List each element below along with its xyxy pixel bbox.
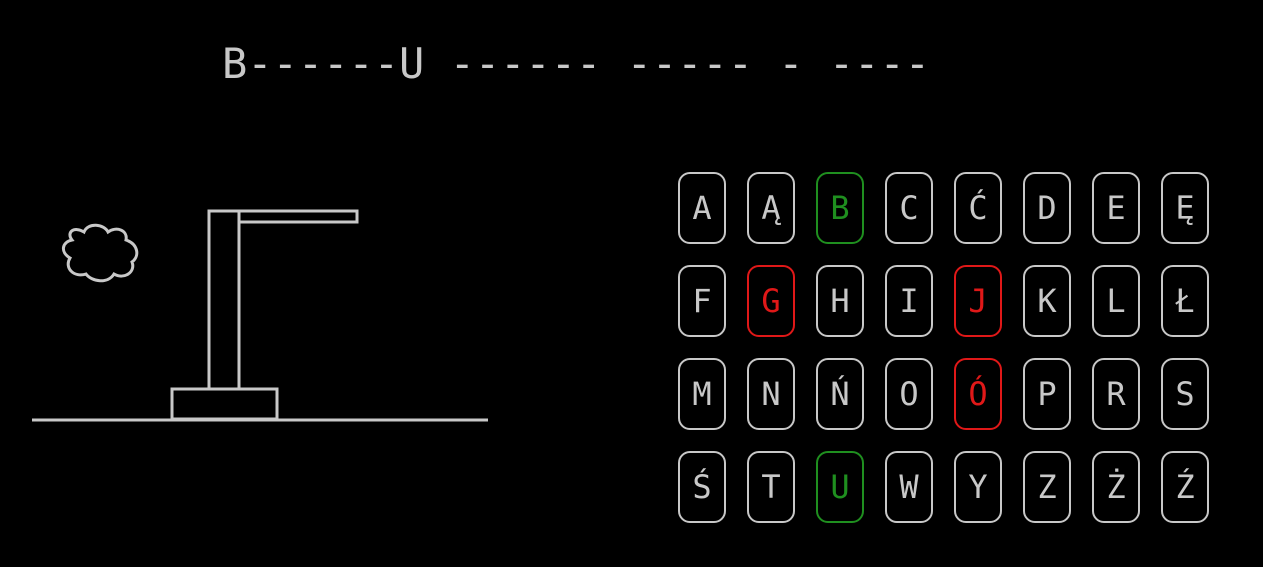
key-B[interactable]: B <box>816 172 864 244</box>
gallows-scene <box>32 209 488 422</box>
key-P[interactable]: P <box>1023 358 1071 430</box>
key-Ź[interactable]: Ź <box>1161 451 1209 523</box>
key-L[interactable]: L <box>1092 265 1140 337</box>
key-T[interactable]: T <box>747 451 795 523</box>
key-A[interactable]: A <box>678 172 726 244</box>
key-Ą[interactable]: Ą <box>747 172 795 244</box>
key-Ę[interactable]: Ę <box>1161 172 1209 244</box>
letter-keyboard: AĄBCĆDEĘ FGHIJKLŁ MNŃOÓPRS ŚTUWYZŻŹ <box>678 172 1209 523</box>
key-Ć[interactable]: Ć <box>954 172 1002 244</box>
key-Ł[interactable]: Ł <box>1161 265 1209 337</box>
key-I[interactable]: I <box>885 265 933 337</box>
key-F[interactable]: F <box>678 265 726 337</box>
key-U[interactable]: U <box>816 451 864 523</box>
key-C[interactable]: C <box>885 172 933 244</box>
key-Z[interactable]: Z <box>1023 451 1071 523</box>
key-O[interactable]: O <box>885 358 933 430</box>
gallows-post <box>207 209 241 391</box>
key-Ń[interactable]: Ń <box>816 358 864 430</box>
key-J[interactable]: J <box>954 265 1002 337</box>
key-Ż[interactable]: Ż <box>1092 451 1140 523</box>
key-W[interactable]: W <box>885 451 933 523</box>
key-Ó[interactable]: Ó <box>954 358 1002 430</box>
key-K[interactable]: K <box>1023 265 1071 337</box>
key-H[interactable]: H <box>816 265 864 337</box>
gallows-base <box>170 387 279 421</box>
cloud-icon <box>62 223 139 283</box>
key-S[interactable]: S <box>1161 358 1209 430</box>
gallows-beam <box>237 209 359 224</box>
key-R[interactable]: R <box>1092 358 1140 430</box>
key-Y[interactable]: Y <box>954 451 1002 523</box>
key-Ś[interactable]: Ś <box>678 451 726 523</box>
key-E[interactable]: E <box>1092 172 1140 244</box>
key-N[interactable]: N <box>747 358 795 430</box>
key-M[interactable]: M <box>678 358 726 430</box>
key-D[interactable]: D <box>1023 172 1071 244</box>
key-G[interactable]: G <box>747 265 795 337</box>
